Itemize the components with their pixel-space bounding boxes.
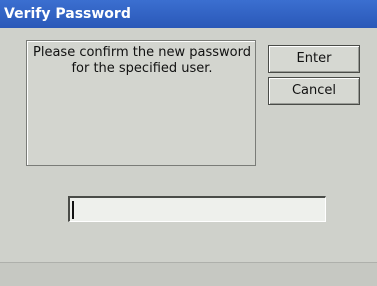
- confirm-message: Please confirm the new password for the …: [33, 45, 251, 76]
- message-panel: Please confirm the new password for the …: [26, 40, 256, 166]
- title-bar: Verify Password: [0, 0, 377, 28]
- bottom-edge: [0, 262, 377, 286]
- password-input[interactable]: [68, 196, 326, 222]
- cancel-button[interactable]: Cancel: [268, 77, 360, 105]
- enter-button[interactable]: Enter: [268, 45, 360, 73]
- text-caret: [72, 201, 74, 219]
- window-title: Verify Password: [4, 6, 131, 22]
- verify-password-dialog: Verify Password Please confirm the new p…: [0, 0, 377, 286]
